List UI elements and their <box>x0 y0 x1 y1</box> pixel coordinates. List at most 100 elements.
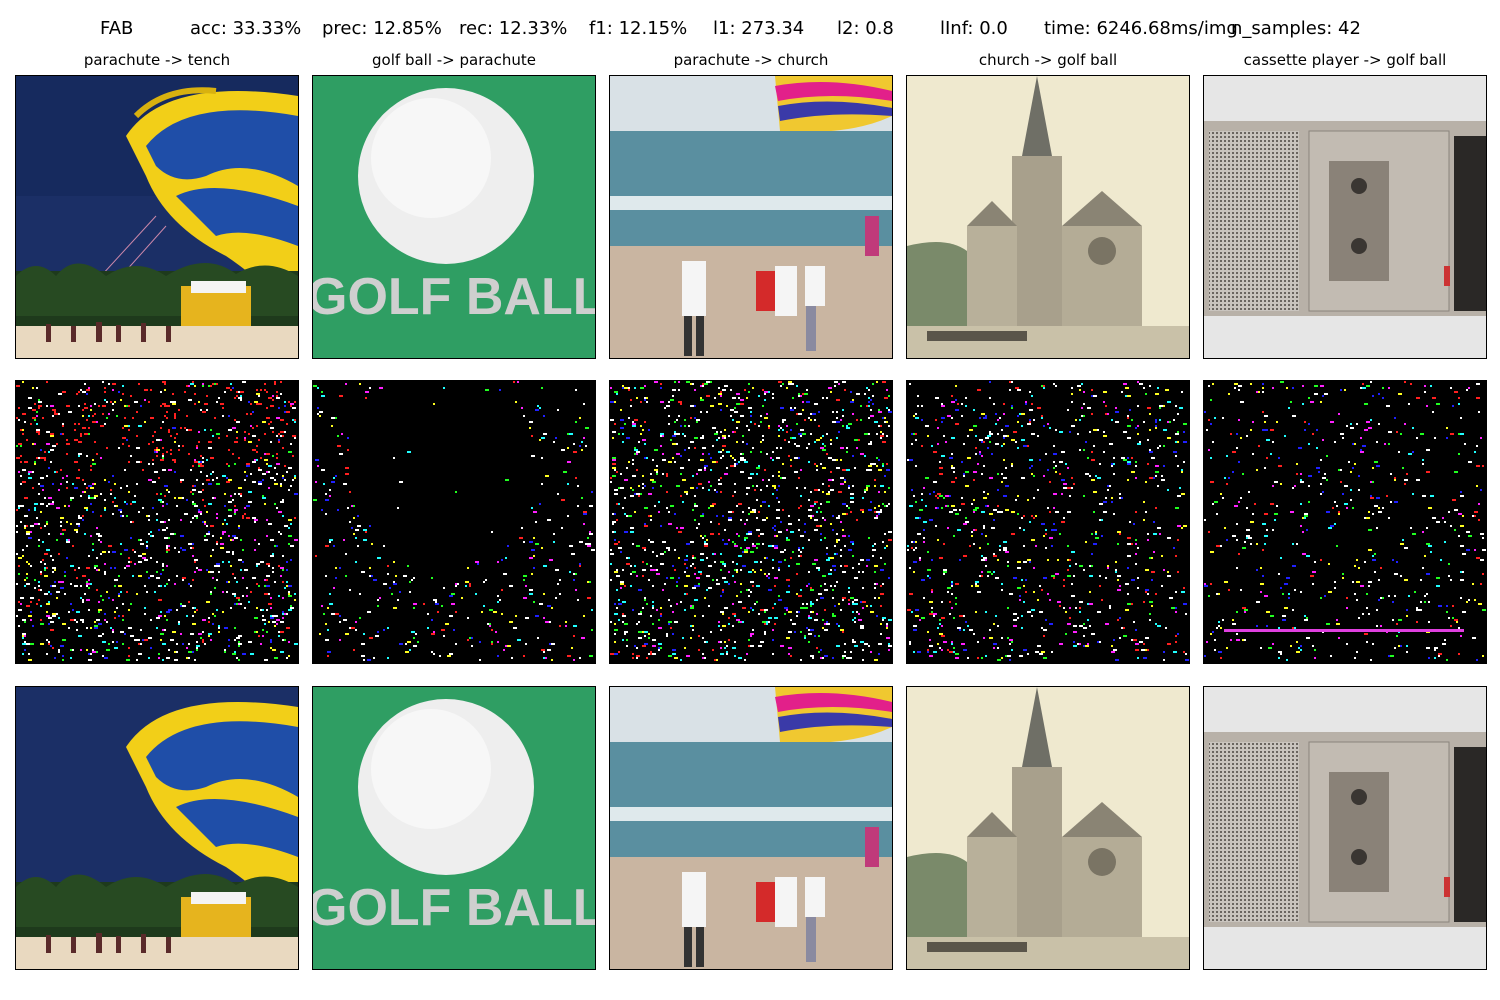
noise-pixel <box>48 467 50 469</box>
noise-pixel <box>840 483 844 485</box>
noise-pixel <box>690 405 694 407</box>
noise-pixel <box>1031 473 1033 475</box>
noise-pixel <box>740 591 742 593</box>
noise-pixel <box>993 571 995 573</box>
noise-pixel <box>674 657 678 659</box>
noise-pixel <box>760 569 762 571</box>
noise-pixel <box>1093 543 1097 545</box>
noise-pixel <box>943 571 947 573</box>
noise-pixel <box>796 423 798 425</box>
noise-pixel <box>939 495 943 497</box>
noise-pixel <box>778 485 780 487</box>
noise-pixel <box>1306 637 1310 639</box>
noise-pixel <box>1013 613 1017 615</box>
noise-pixel <box>242 595 244 597</box>
noise-pixel <box>1115 569 1117 571</box>
noise-pixel <box>1476 383 1480 385</box>
noise-pixel <box>184 391 186 393</box>
noise-pixel <box>1424 385 1426 387</box>
noise-pixel <box>630 573 632 575</box>
noise-pixel <box>644 523 646 525</box>
noise-pixel <box>929 655 933 657</box>
noise-pixel <box>1288 407 1290 409</box>
noise-pixel <box>529 421 533 423</box>
noise-pixel <box>672 395 674 397</box>
noise-pixel <box>1069 559 1071 561</box>
noise-pixel <box>614 489 618 491</box>
noise-pixel <box>1175 591 1177 593</box>
noise-pixel <box>489 609 493 611</box>
noise-pixel <box>1157 527 1161 529</box>
noise-pixel <box>40 571 42 573</box>
noise-pixel <box>752 485 754 487</box>
noise-pixel <box>610 579 612 581</box>
noise-pixel <box>746 589 748 591</box>
noise-pixel <box>1272 643 1274 645</box>
noise-pixel <box>104 613 106 615</box>
noise-pixel <box>674 569 676 571</box>
noise-pixel <box>1101 535 1103 537</box>
noise-pixel <box>832 515 834 517</box>
noise-pixel <box>792 437 796 439</box>
noise-pixel <box>278 439 280 441</box>
noise-pixel <box>874 571 876 573</box>
noise-pixel <box>975 447 977 449</box>
noise-pixel <box>90 503 92 505</box>
noise-pixel <box>874 421 878 423</box>
noise-pixel <box>614 603 616 605</box>
noise-pixel <box>724 529 726 531</box>
noise-pixel <box>587 597 591 599</box>
noise-pixel <box>1476 397 1480 399</box>
noise-pixel <box>96 421 98 423</box>
noise-pixel <box>531 435 533 437</box>
noise-pixel <box>1125 395 1127 397</box>
noise-pixel <box>640 401 642 403</box>
noise-pixel <box>1181 527 1183 529</box>
noise-pixel <box>1151 457 1155 459</box>
noise-pixel <box>768 391 770 393</box>
noise-pixel <box>290 405 292 407</box>
noise-pixel <box>1057 601 1061 603</box>
noise-pixel <box>878 513 880 515</box>
noise-pixel <box>78 441 82 443</box>
noise-pixel <box>1049 427 1051 429</box>
noise-pixel <box>949 601 951 603</box>
noise-pixel <box>690 625 692 627</box>
noise-pixel <box>42 417 44 419</box>
noise-pixel <box>722 515 724 517</box>
noise-pixel <box>1208 449 1210 451</box>
noise-pixel <box>989 433 993 435</box>
noise-pixel <box>479 659 481 661</box>
noise-pixel <box>134 563 136 565</box>
noise-pixel <box>80 619 84 621</box>
noise-pixel <box>660 525 662 527</box>
noise-pixel <box>943 573 945 575</box>
noise-pixel <box>102 405 106 407</box>
noise-pixel <box>949 651 953 653</box>
noise-pixel <box>1017 389 1021 391</box>
noise-pixel <box>1438 605 1442 607</box>
noise-pixel <box>818 411 820 413</box>
noise-pixel <box>1105 497 1107 499</box>
noise-pixel <box>1149 385 1151 387</box>
noise-pixel <box>100 553 102 555</box>
noise-pixel <box>272 405 274 407</box>
noise-pixel <box>784 439 786 441</box>
noise-pixel <box>1366 593 1368 595</box>
noise-pixel <box>945 441 947 443</box>
noise-pixel <box>818 593 822 595</box>
noise-pixel <box>616 589 618 591</box>
noise-pixel <box>124 425 128 427</box>
noise-pixel <box>1033 497 1035 499</box>
noise-pixel <box>1242 473 1244 475</box>
noise-pixel <box>1228 477 1230 479</box>
noise-pixel <box>573 451 577 453</box>
noise-pixel <box>935 507 937 509</box>
noise-pixel <box>32 417 36 419</box>
noise-pixel <box>1049 599 1051 601</box>
noise-pixel <box>1234 387 1236 389</box>
noise-pixel <box>589 581 591 583</box>
noise-pixel <box>547 649 551 651</box>
noise-pixel <box>194 611 196 613</box>
noise-pixel <box>1260 591 1262 593</box>
